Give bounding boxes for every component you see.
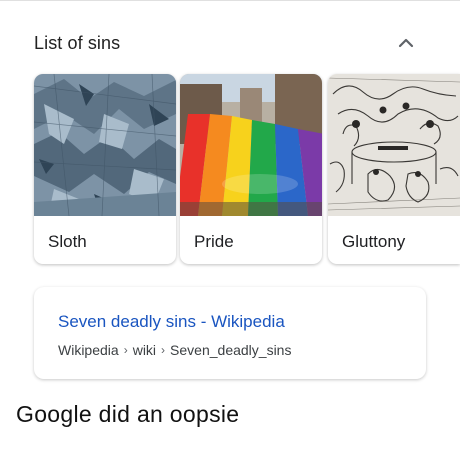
- result-breadcrumb: Wikipedia › wiki › Seven_deadly_sins: [58, 342, 291, 358]
- pride-image: [180, 74, 322, 216]
- breadcrumb-site: Wikipedia: [58, 342, 119, 358]
- breadcrumb-separator: ›: [161, 343, 166, 357]
- breadcrumb-page: Seven_deadly_sins: [170, 342, 292, 358]
- search-result[interactable]: Seven deadly sins - Wikipedia Wikipedia …: [34, 287, 426, 379]
- collapse-button[interactable]: [392, 29, 420, 57]
- gluttony-image: [328, 74, 460, 216]
- card-label: Sloth: [48, 232, 87, 251]
- chevron-up-icon: [398, 38, 414, 48]
- card-label: Pride: [194, 232, 234, 251]
- search-result-screenshot: List of sins Sloth Pride Gluttony Seven …: [0, 0, 460, 387]
- panel-title: List of sins: [34, 33, 121, 53]
- carousel-card-pride[interactable]: Pride: [180, 74, 322, 264]
- edge-strip: [449, 386, 460, 449]
- breadcrumb-path: wiki: [132, 342, 157, 358]
- carousel-card-sloth[interactable]: Sloth: [34, 74, 176, 264]
- carousel-card-gluttony[interactable]: Gluttony: [328, 74, 460, 264]
- breadcrumb-separator: ›: [123, 343, 128, 357]
- card-label: Gluttony: [342, 232, 406, 251]
- sloth-image: [34, 74, 176, 216]
- list-of-sins-panel: List of sins Sloth Pride Gluttony Seven …: [0, 1, 460, 387]
- meme-caption: Google did an oopsie: [16, 401, 240, 427]
- result-title-link[interactable]: Seven deadly sins - Wikipedia: [58, 312, 285, 332]
